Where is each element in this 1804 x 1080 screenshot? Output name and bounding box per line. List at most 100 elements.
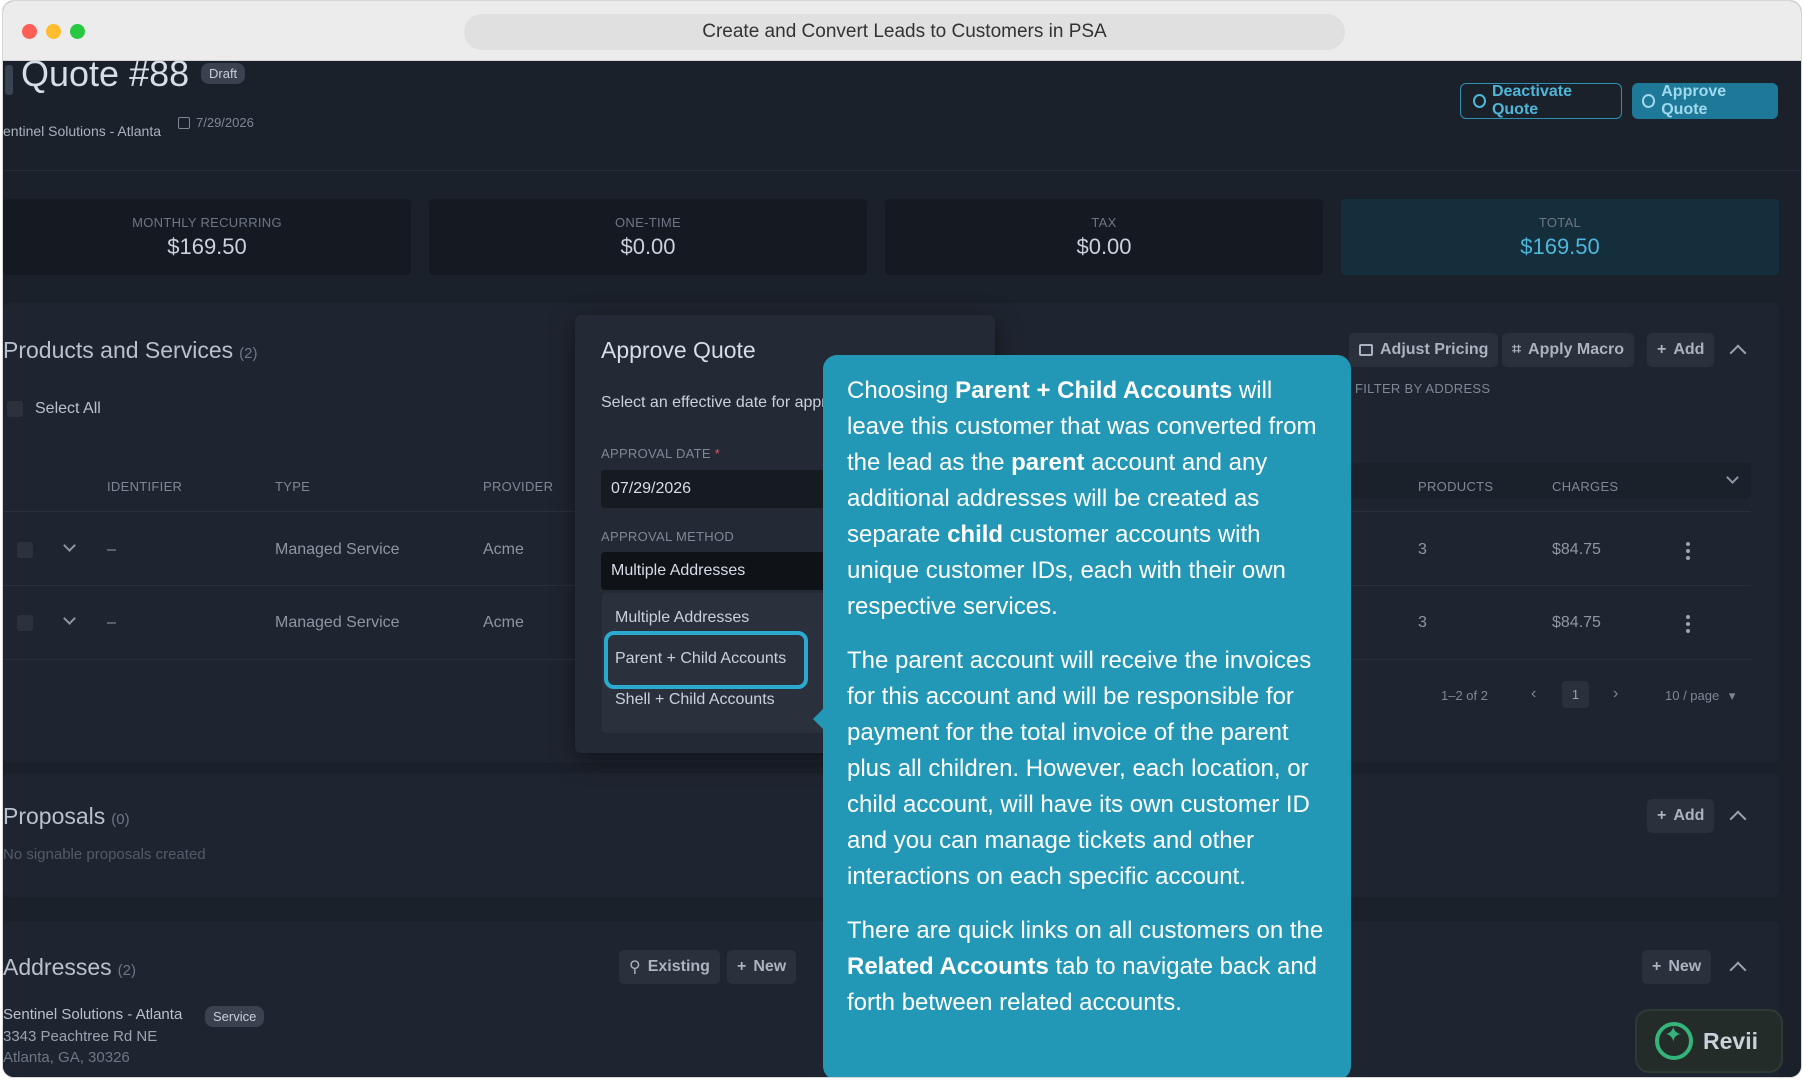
caret-down-icon: ▾ — [1728, 688, 1736, 703]
stat-label: TOTAL — [1538, 215, 1582, 230]
approval-date-input[interactable]: 07/29/2026 — [601, 470, 861, 508]
existing-address-button[interactable]: ⚲ Existing — [619, 950, 720, 984]
stat-label: ONE-TIME — [615, 215, 681, 230]
row-identifier: – — [107, 541, 116, 558]
address-line-2: Atlanta, GA, 30326 — [3, 1049, 130, 1066]
app-window: Create and Convert Leads to Customers in… — [2, 0, 1802, 1078]
column-type: TYPE — [275, 479, 311, 494]
apply-macro-button[interactable]: ⌗ Apply Macro — [1502, 333, 1635, 367]
back-handle[interactable] — [5, 65, 13, 95]
filter-by-address-label: FILTER BY ADDRESS — [1355, 381, 1491, 396]
tutorial-callout: Choosing Parent + Child Accounts will le… — [823, 355, 1351, 1077]
address-name: Sentinel Solutions - Atlanta — [3, 1006, 183, 1023]
apply-macro-label: Apply Macro — [1528, 341, 1625, 358]
add-proposal-button[interactable]: + Add — [1647, 799, 1715, 833]
approve-quote-label: Approve Quote — [1661, 83, 1727, 118]
deactivate-quote-label: Deactivate Quote — [1491, 83, 1572, 118]
row-charges: $84.75 — [1552, 614, 1601, 631]
stat-total: TOTAL $169.50 — [1341, 199, 1779, 275]
new-address-button-right[interactable]: + New — [1642, 950, 1712, 984]
row-charges: $84.75 — [1552, 541, 1601, 558]
new-address-label: New — [753, 958, 787, 975]
title-bar: Create and Convert Leads to Customers in… — [3, 1, 1801, 61]
approval-method-label: APPROVAL METHOD — [601, 529, 735, 544]
quote-date-text: 7/29/2026 — [196, 115, 254, 130]
row-checkbox[interactable] — [17, 615, 33, 631]
row-provider: Acme — [483, 614, 524, 631]
quote-title-text: Quote #88 — [21, 53, 190, 94]
callout-bold: Related Accounts — [847, 953, 1049, 980]
adjust-pricing-label: Adjust Pricing — [1380, 341, 1489, 358]
row-type: Managed Service — [275, 614, 400, 631]
stat-value: $0.00 — [620, 234, 676, 259]
plus-icon: + — [1657, 807, 1667, 824]
close-window-button[interactable] — [22, 24, 37, 39]
row-provider: Acme — [483, 541, 524, 558]
stat-value: $169.50 — [1520, 234, 1600, 259]
filter-by-address-select[interactable] — [1351, 463, 1751, 499]
page-number-button[interactable]: 1 — [1562, 681, 1589, 708]
ban-icon — [1473, 94, 1486, 108]
prev-page-icon[interactable]: ‹ — [1531, 685, 1536, 703]
row-identifier: – — [107, 614, 116, 631]
proposals-empty-text: No signable proposals created — [3, 846, 206, 863]
quote-page: Quote #88 Draft entinel Solutions - Atla… — [3, 53, 1801, 1077]
quote-date: 7/29/2026 — [178, 115, 254, 130]
status-badge: Draft — [201, 63, 246, 84]
revii-widget[interactable]: Revii — [1635, 1009, 1783, 1073]
modal-title: Approve Quote — [601, 337, 756, 363]
approval-method-dropdown: Multiple Addresses Parent + Child Accoun… — [602, 593, 827, 733]
revii-logo-icon — [1655, 1022, 1693, 1060]
callout-paragraph-3: There are quick links on all customers o… — [847, 913, 1327, 1021]
proposals-title-text: Proposals — [3, 803, 106, 829]
select-all-label: Select All — [35, 400, 101, 417]
approval-method-select[interactable]: Multiple Addresses — [601, 552, 861, 590]
callout-paragraph-2: The parent account will receive the invo… — [847, 647, 1312, 890]
approval-date-label: APPROVAL DATE * — [601, 446, 720, 461]
addresses-panel — [3, 921, 863, 1077]
revii-label: Revii — [1703, 1027, 1758, 1054]
products-count: (2) — [239, 345, 258, 362]
minimize-window-button[interactable] — [46, 24, 61, 39]
new-address-right-label: New — [1668, 958, 1702, 975]
page-size-select[interactable]: 10 / page ▾ — [1665, 688, 1735, 704]
stat-value: $169.50 — [167, 234, 247, 259]
add-product-label: Add — [1673, 341, 1705, 358]
callout-text: There are quick links on all customers o… — [847, 917, 1324, 944]
addresses-title-text: Addresses — [3, 954, 112, 980]
pricing-icon — [1359, 344, 1373, 356]
macro-icon: ⌗ — [1512, 341, 1522, 358]
window-title: Create and Convert Leads to Customers in… — [464, 14, 1345, 50]
row-products: 3 — [1418, 541, 1427, 558]
row-actions-icon[interactable] — [1686, 542, 1690, 563]
approve-quote-button[interactable]: Approve Quote — [1632, 83, 1778, 119]
deactivate-quote-button[interactable]: Deactivate Quote — [1460, 83, 1622, 119]
row-actions-icon[interactable] — [1686, 615, 1690, 636]
stat-label: TAX — [1091, 215, 1117, 230]
modal-description: Select an effective date for appr — [601, 394, 827, 411]
option-shell-child-accounts[interactable]: Shell + Child Accounts — [615, 691, 775, 709]
calendar-icon — [178, 116, 190, 129]
new-address-button[interactable]: + New — [727, 950, 797, 984]
callout-bold: child — [947, 521, 1004, 548]
plus-icon: + — [737, 958, 747, 975]
chevron-down-icon — [1726, 471, 1739, 484]
row-products: 3 — [1418, 614, 1427, 631]
select-all-checkbox[interactable] — [7, 401, 23, 417]
addresses-count: (2) — [117, 962, 137, 979]
callout-paragraph-1: Choosing Parent + Child Accounts will le… — [847, 373, 1327, 625]
row-type: Managed Service — [275, 541, 400, 558]
option-multiple-addresses[interactable]: Multiple Addresses — [615, 609, 749, 627]
quote-title: Quote #88 — [5, 53, 190, 95]
address-line-1: 3343 Peachtree Rd NE — [3, 1028, 158, 1045]
row-checkbox[interactable] — [17, 542, 33, 558]
page-size-label: 10 / page — [1665, 688, 1720, 703]
add-product-button[interactable]: + Add — [1647, 333, 1715, 367]
column-products: PRODUCTS — [1418, 479, 1494, 494]
column-identifier: IDENTIFIER — [107, 479, 183, 494]
proposals-section-title: Proposals (0) — [3, 803, 130, 830]
next-page-icon[interactable]: › — [1613, 685, 1618, 703]
adjust-pricing-button[interactable]: Adjust Pricing — [1349, 333, 1499, 367]
maximize-window-button[interactable] — [70, 24, 85, 39]
option-parent-child-accounts[interactable]: Parent + Child Accounts — [615, 650, 786, 668]
